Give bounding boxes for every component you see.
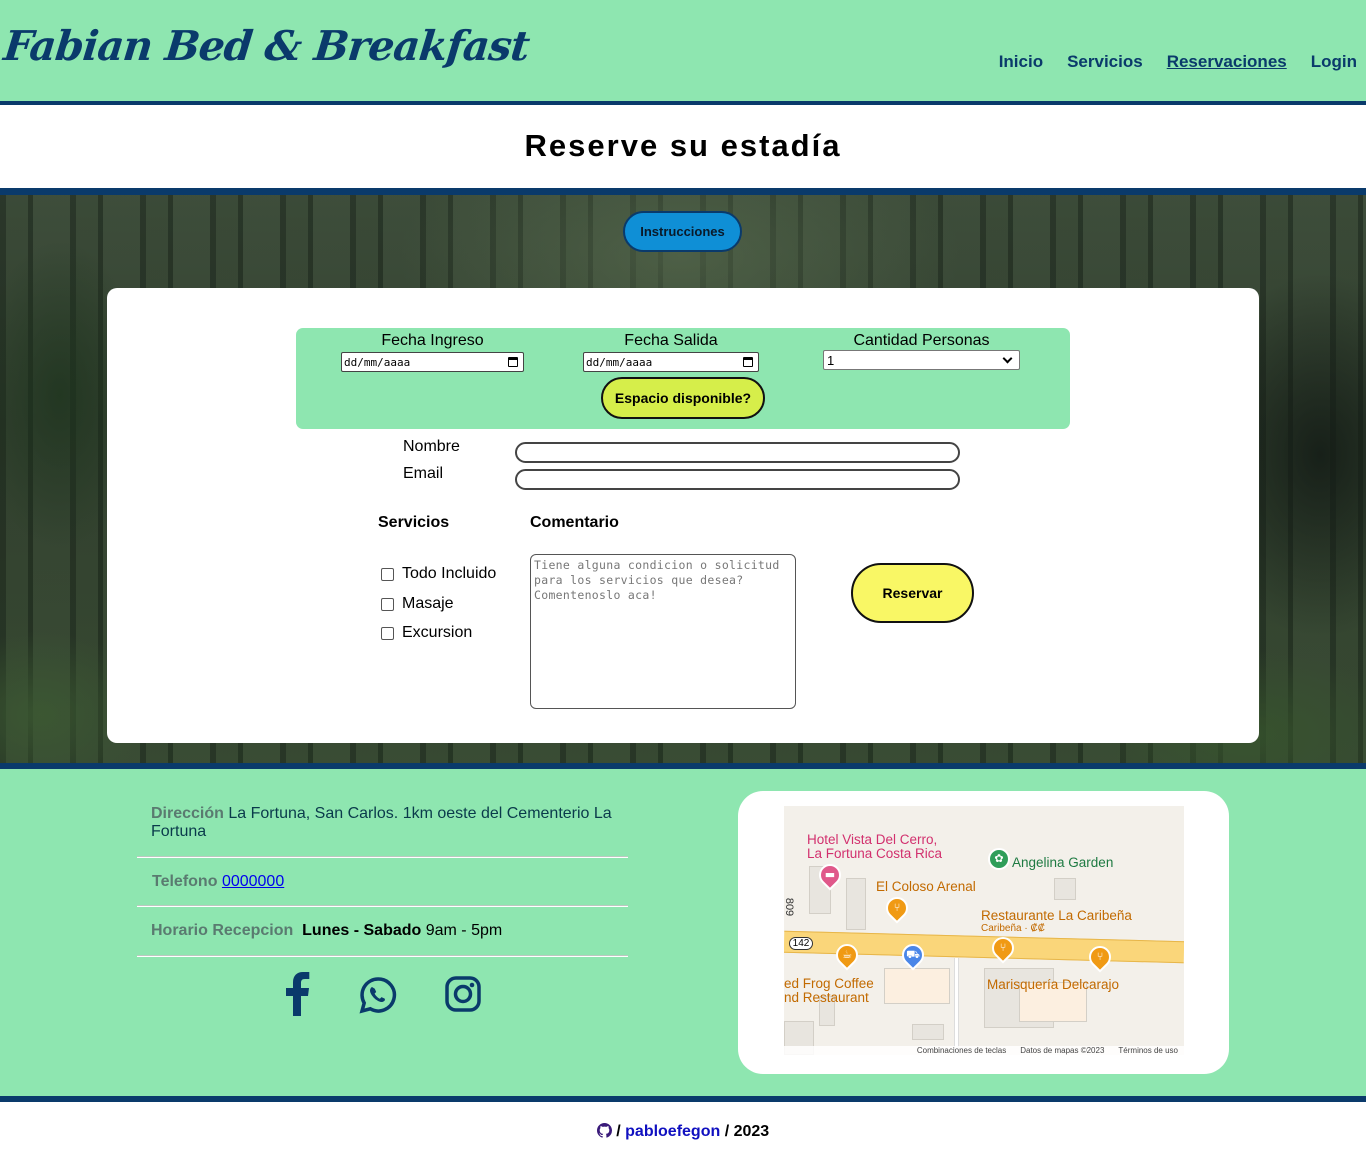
calendar-icon[interactable] — [743, 357, 753, 367]
check-out-date-input[interactable]: dd/mm/aaaa — [583, 352, 759, 372]
service-option-excursion[interactable]: Excursion — [381, 624, 472, 642]
site-header: Fabian Bed & Breakfast Inicio Servicios … — [0, 0, 1366, 101]
map-place-label: ed Frog Coffee — [784, 976, 874, 991]
github-icon — [596, 1123, 612, 1138]
map-attribution-item[interactable]: Términos de uso — [1118, 1046, 1178, 1055]
guests-select-value: 1 — [827, 352, 835, 368]
comment-textarea[interactable]: Tiene alguna condicion o solicitud para … — [530, 554, 796, 709]
map-place-label: Marisquería Delcarajo — [987, 977, 1120, 992]
road-shield: 142 — [789, 937, 813, 950]
hours-info: Horario Recepcion Lunes - Sabado 9am - 5… — [151, 922, 642, 940]
map-building — [1054, 878, 1076, 900]
map-attribution: Combinaciones de teclas Datos de mapas ©… — [784, 1046, 1184, 1055]
garden-pin-icon[interactable]: ✿ — [988, 848, 1010, 870]
check-out-label: Fecha Salida — [624, 332, 718, 349]
email-label: Email — [403, 465, 444, 482]
guests-select[interactable]: 1 — [823, 350, 1020, 370]
map-place-label: Angelina Garden — [1012, 855, 1114, 870]
nav-reservaciones[interactable]: Reservaciones — [1167, 52, 1287, 72]
chevron-down-icon — [1002, 353, 1013, 363]
main-nav: Inicio Servicios Reservaciones Login — [999, 52, 1357, 72]
service-label: Todo Incluido — [402, 565, 497, 582]
hours-time: 9am - 5pm — [425, 922, 503, 939]
map-building — [884, 968, 950, 1004]
map-place-label: nd Restaurant — [784, 990, 869, 1005]
title-divider — [0, 188, 1366, 195]
phone-key: Telefono — [152, 873, 218, 890]
facebook-icon[interactable] — [284, 972, 310, 1021]
guests-label: Cantidad Personas — [853, 332, 990, 349]
map-place-label: El Coloso Arenal — [876, 879, 976, 894]
address-key: Dirección — [151, 805, 224, 822]
map-place-label: Restaurante La Caribeña — [981, 908, 1132, 923]
email-input[interactable] — [515, 469, 960, 490]
credit-line: / pabloefegon / 2023 — [0, 1123, 1366, 1141]
todo-incluido-checkbox[interactable] — [381, 567, 394, 581]
embedded-map[interactable]: 142 809 Hotel Vista Del Cerro, La Fortun… — [784, 806, 1184, 1055]
map-place-label: La Fortuna Costa Rica — [807, 846, 943, 861]
map-attribution-item[interactable]: Combinaciones de teclas — [917, 1046, 1006, 1055]
check-in-date-input[interactable]: dd/mm/aaaa — [341, 352, 524, 372]
map-building — [912, 1024, 944, 1040]
nav-login[interactable]: Login — [1311, 52, 1357, 72]
credit-year: 2023 — [733, 1123, 770, 1140]
map-attribution-item: Datos de mapas ©2023 — [1020, 1046, 1105, 1055]
address-info: Dirección La Fortuna, San Carlos. 1km oe… — [151, 805, 626, 841]
credit-separator: / — [724, 1123, 730, 1140]
name-input[interactable] — [515, 442, 960, 463]
phone-info: Telefono 0000000 — [152, 873, 643, 891]
divider — [137, 955, 628, 957]
name-label: Nombre — [403, 438, 460, 455]
service-option-masaje[interactable]: Masaje — [381, 595, 454, 613]
map-building — [846, 878, 866, 930]
footer-divider — [0, 1096, 1366, 1102]
whatsapp-icon[interactable] — [359, 976, 397, 1019]
map-place-price: Caribeña · ₡₡ — [981, 923, 1045, 934]
map-side-road — [954, 958, 959, 1055]
excursion-checkbox[interactable] — [381, 626, 394, 640]
phone-link[interactable]: 0000000 — [222, 873, 284, 890]
credit-separator: / — [616, 1123, 621, 1140]
restaurant-pin-icon[interactable]: ⑂ — [881, 892, 913, 924]
divider — [137, 905, 628, 907]
instagram-icon[interactable] — [445, 976, 481, 1017]
check-in-label: Fecha Ingreso — [381, 332, 484, 349]
masaje-checkbox[interactable] — [381, 597, 394, 611]
service-label: Masaje — [402, 595, 454, 612]
comment-heading: Comentario — [530, 514, 619, 531]
services-heading: Servicios — [378, 514, 450, 531]
check-out-date-value: dd/mm/aaaa — [586, 355, 653, 369]
nav-servicios[interactable]: Servicios — [1067, 52, 1143, 72]
map-place-label: Hotel Vista Del Cerro, — [807, 832, 938, 847]
service-option-todo-incluido[interactable]: Todo Incluido — [381, 565, 496, 583]
check-availability-button[interactable]: Espacio disponible? — [601, 377, 765, 419]
github-user-link[interactable]: pabloefegon — [625, 1123, 720, 1140]
page-title: Reserve su estadía — [524, 128, 842, 163]
hours-key: Horario Recepcion — [151, 922, 294, 939]
calendar-icon[interactable] — [508, 357, 518, 367]
header-divider — [0, 101, 1366, 105]
reservar-button[interactable]: Reservar — [851, 563, 974, 623]
brand-logo[interactable]: Fabian Bed & Breakfast — [1, 22, 531, 70]
service-label: Excursion — [402, 624, 473, 641]
instrucciones-button[interactable]: Instrucciones — [623, 211, 742, 252]
road-label: 809 — [784, 897, 796, 917]
nav-inicio[interactable]: Inicio — [999, 52, 1043, 72]
check-in-date-value: dd/mm/aaaa — [344, 355, 411, 369]
divider — [137, 856, 628, 858]
hours-days: Lunes - Sabado — [302, 922, 422, 939]
